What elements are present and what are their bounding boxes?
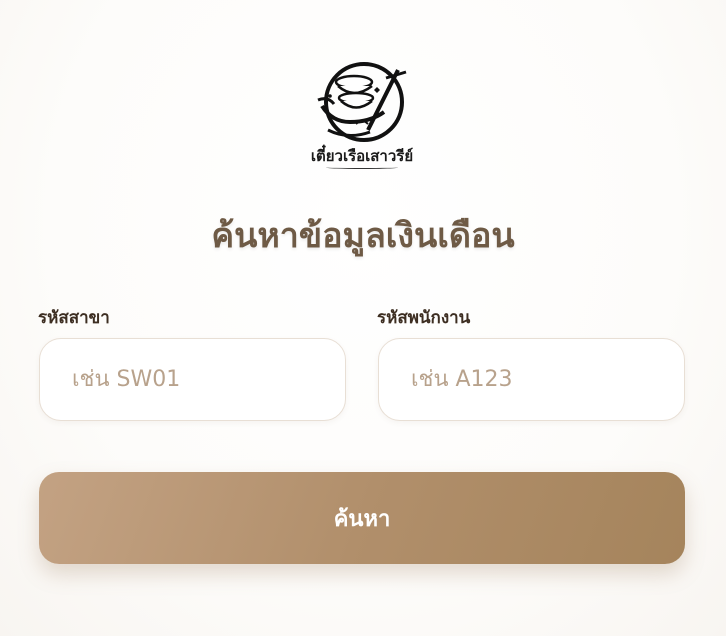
branch-code-label: รหัสสาขา	[38, 308, 110, 328]
employee-code-label: รหัสพนักงาน	[377, 308, 471, 328]
search-card: เตี๋ยวเรือเสาวรีย์ ค้นหาข้อมูลเงินเดือน …	[0, 0, 726, 636]
employee-code-input[interactable]	[378, 338, 685, 421]
brand-underline	[326, 166, 398, 169]
search-button[interactable]: ค้นหา	[39, 472, 685, 564]
noodle-bowl-logo-icon	[317, 62, 407, 142]
brand-name: เตี๋ยวเรือเสาวรีย์	[310, 147, 414, 165]
page-title: ค้นหาข้อมูลเงินเดือน	[211, 216, 515, 256]
brand-logo: เตี๋ยวเรือเสาวรีย์	[298, 56, 426, 178]
branch-code-input[interactable]	[39, 338, 346, 421]
